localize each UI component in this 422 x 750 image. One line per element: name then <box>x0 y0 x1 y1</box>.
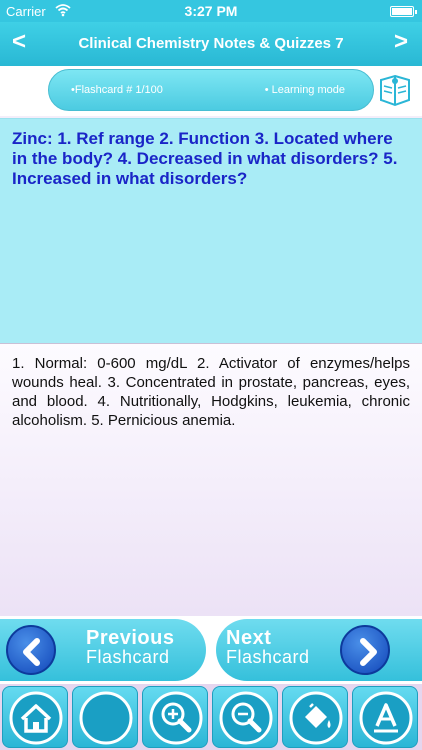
arrow-right-icon <box>340 625 390 675</box>
flashcard-navigation: Previous Flashcard Next Flashcard <box>0 616 422 684</box>
arrow-left-icon <box>6 625 56 675</box>
status-bar: Carrier 3:27 PM <box>0 0 422 22</box>
previous-label-line1: Previous <box>86 627 175 649</box>
next-label-line1: Next <box>226 627 272 649</box>
blank-circle-button[interactable] <box>72 686 138 748</box>
background-color-button[interactable] <box>282 686 348 748</box>
font-style-button[interactable] <box>352 686 418 748</box>
next-label-line2: Flashcard <box>226 647 310 667</box>
info-band: •Flashcard # 1/100 • Learning mode <box>0 66 422 116</box>
zoom-in-icon <box>149 691 203 745</box>
zoom-out-icon <box>219 691 273 745</box>
blank-circle-icon <box>79 691 133 745</box>
font-icon <box>359 691 413 745</box>
previous-label: Previous Flashcard <box>86 627 175 667</box>
zoom-out-button[interactable] <box>212 686 278 748</box>
forward-button[interactable]: > <box>394 28 408 56</box>
navigation-bar: < Clinical Chemistry Notes & Quizzes 7 > <box>0 22 422 66</box>
next-label: Next Flashcard <box>226 627 310 667</box>
bottom-toolbar <box>0 684 422 750</box>
home-button[interactable] <box>2 686 68 748</box>
question-panel: Zinc: 1. Ref range 2. Function 3. Locate… <box>0 118 422 344</box>
battery-icon <box>390 6 417 17</box>
answer-text: 1. Normal: 0-600 mg/dL 2. Activator of e… <box>12 355 410 429</box>
back-button[interactable]: < <box>12 28 26 56</box>
learning-mode-label[interactable]: • Learning mode <box>265 84 345 96</box>
previous-flashcard-button[interactable]: Previous Flashcard <box>0 619 206 681</box>
home-icon <box>9 691 63 745</box>
answer-panel: 1. Normal: 0-600 mg/dL 2. Activator of e… <box>0 344 422 616</box>
open-book-icon[interactable] <box>376 72 414 110</box>
flashcard-info-pill: •Flashcard # 1/100 • Learning mode <box>48 69 374 111</box>
clock-time: 3:27 PM <box>184 3 238 19</box>
paint-bucket-icon <box>289 691 343 745</box>
previous-label-line2: Flashcard <box>86 647 170 667</box>
flashcard-counter: •Flashcard # 1/100 <box>71 84 163 96</box>
next-flashcard-button[interactable]: Next Flashcard <box>216 619 422 681</box>
app-title: Clinical Chemistry Notes & Quizzes 7 <box>78 35 344 52</box>
question-text: Zinc: 1. Ref range 2. Function 3. Locate… <box>12 129 398 188</box>
zoom-in-button[interactable] <box>142 686 208 748</box>
